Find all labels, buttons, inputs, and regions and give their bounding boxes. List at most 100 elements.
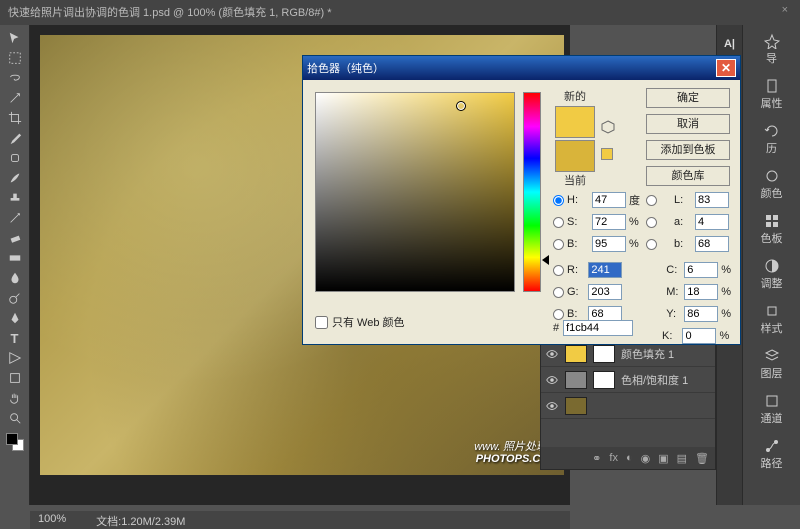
m-input[interactable] bbox=[684, 284, 718, 300]
dodge-tool-icon[interactable] bbox=[5, 289, 25, 307]
r-radio[interactable] bbox=[553, 265, 564, 276]
stamp-tool-icon[interactable] bbox=[5, 189, 25, 207]
color-panel-icon[interactable]: 颜色 bbox=[743, 166, 800, 203]
ok-button[interactable]: 确定 bbox=[646, 88, 730, 108]
c-input[interactable] bbox=[684, 262, 718, 278]
wand-tool-icon[interactable] bbox=[5, 89, 25, 107]
color-preview: 新的 当前 bbox=[553, 88, 597, 188]
bv-radio[interactable] bbox=[553, 239, 564, 250]
marquee-tool-icon[interactable] bbox=[5, 49, 25, 67]
paths-panel-icon[interactable]: 路径 bbox=[743, 436, 800, 473]
document-title[interactable]: 快速给照片调出协调的色调 1.psd @ 100% (颜色填充 1, RGB/8… bbox=[8, 7, 332, 19]
close-button[interactable]: ✕ bbox=[716, 59, 736, 77]
channels-panel-icon[interactable]: 通道 bbox=[743, 391, 800, 428]
tab-close-icon[interactable]: × bbox=[782, 4, 788, 16]
styles-panel-icon[interactable]: 样式 bbox=[743, 301, 800, 338]
color-swatches[interactable] bbox=[6, 433, 24, 451]
layers-footer: ⚭ fx ◐ ◉ ▣ ▤ 🗑 bbox=[541, 447, 715, 469]
adjustment-icon[interactable]: ◉ bbox=[641, 452, 651, 465]
web-only-checkbox[interactable] bbox=[315, 316, 328, 329]
zoom-tool-icon[interactable] bbox=[5, 409, 25, 427]
folder-icon[interactable]: ▣ bbox=[658, 452, 668, 465]
navigator-panel-icon[interactable]: 导 bbox=[743, 31, 800, 68]
fx-icon[interactable]: fx bbox=[609, 452, 618, 464]
a-radio[interactable] bbox=[646, 217, 657, 228]
eyedropper-tool-icon[interactable] bbox=[5, 129, 25, 147]
hex-prefix: # bbox=[553, 322, 559, 334]
path-tool-icon[interactable] bbox=[5, 349, 25, 367]
document-tab-bar: 快速给照片调出协调的色调 1.psd @ 100% (颜色填充 1, RGB/8… bbox=[0, 0, 800, 25]
layer-thumb[interactable] bbox=[565, 397, 587, 415]
hand-tool-icon[interactable] bbox=[5, 389, 25, 407]
k-input[interactable] bbox=[682, 328, 716, 344]
history-brush-icon[interactable] bbox=[5, 209, 25, 227]
hue-slider[interactable] bbox=[523, 92, 541, 292]
websafe-swatch-icon[interactable] bbox=[601, 148, 613, 160]
current-color-swatch[interactable] bbox=[555, 140, 595, 172]
add-swatch-button[interactable]: 添加到色板 bbox=[646, 140, 730, 160]
brush-tool-icon[interactable] bbox=[5, 169, 25, 187]
right-panels: 导 属性 历 颜色 色板 调整 样式 图层 通道 路径 bbox=[742, 25, 800, 505]
type-tool-icon[interactable]: T bbox=[5, 329, 25, 347]
pen-tool-icon[interactable] bbox=[5, 309, 25, 327]
layer-name[interactable]: 色相/饱和度 1 bbox=[621, 372, 688, 388]
l-radio[interactable] bbox=[646, 195, 657, 206]
saturation-brightness-field[interactable] bbox=[315, 92, 515, 292]
swatches-panel-icon[interactable]: 色板 bbox=[743, 211, 800, 248]
layer-mask-thumb[interactable] bbox=[593, 371, 615, 389]
bv-input[interactable] bbox=[592, 236, 626, 252]
visibility-icon[interactable] bbox=[545, 347, 559, 361]
color-picker-dialog: 拾色器（纯色） ✕ 新的 当前 确定 取消 添加到色板 颜色库 H:度 L: S… bbox=[302, 55, 741, 345]
text-panel-icon[interactable]: A| bbox=[721, 35, 739, 53]
shape-tool-icon[interactable] bbox=[5, 369, 25, 387]
eraser-tool-icon[interactable] bbox=[5, 229, 25, 247]
hex-input[interactable] bbox=[563, 320, 633, 336]
layer-row[interactable] bbox=[541, 393, 715, 419]
properties-panel-icon[interactable]: 属性 bbox=[743, 76, 800, 113]
new-layer-icon[interactable]: ▤ bbox=[677, 452, 687, 465]
b2-input[interactable] bbox=[695, 236, 729, 252]
new-color-swatch[interactable] bbox=[555, 106, 595, 138]
visibility-icon[interactable] bbox=[545, 373, 559, 387]
gamut-warning-icon[interactable] bbox=[601, 120, 615, 134]
visibility-icon[interactable] bbox=[545, 399, 559, 413]
history-panel-icon[interactable]: 历 bbox=[743, 121, 800, 158]
layer-row[interactable]: 色相/饱和度 1 bbox=[541, 367, 715, 393]
color-cursor-icon bbox=[456, 101, 466, 111]
current-label: 当前 bbox=[553, 172, 597, 188]
l-input[interactable] bbox=[695, 192, 729, 208]
lasso-tool-icon[interactable] bbox=[5, 69, 25, 87]
y-input[interactable] bbox=[684, 306, 718, 322]
tools-panel: T bbox=[0, 25, 30, 505]
b-radio[interactable] bbox=[553, 309, 564, 320]
layer-thumb[interactable] bbox=[565, 371, 587, 389]
link-icon[interactable]: ⚭ bbox=[592, 452, 601, 465]
web-only-checkbox-row: 只有 Web 颜色 bbox=[315, 314, 405, 330]
b2-radio[interactable] bbox=[646, 239, 657, 250]
move-tool-icon[interactable] bbox=[5, 29, 25, 47]
status-bar: 100% 文档:1.20M/2.39M bbox=[30, 511, 570, 529]
dialog-titlebar[interactable]: 拾色器（纯色） ✕ bbox=[303, 56, 740, 80]
g-radio[interactable] bbox=[553, 287, 564, 298]
healing-tool-icon[interactable] bbox=[5, 149, 25, 167]
adjustments-panel-icon[interactable]: 调整 bbox=[743, 256, 800, 293]
s-input[interactable] bbox=[592, 214, 626, 230]
layers-panel-icon[interactable]: 图层 bbox=[743, 346, 800, 383]
gradient-tool-icon[interactable] bbox=[5, 249, 25, 267]
layers-panel: 颜色填充 1 色相/饱和度 1 ⚭ fx ◐ ◉ ▣ ▤ 🗑 bbox=[540, 340, 716, 470]
g-input[interactable] bbox=[588, 284, 622, 300]
h-input[interactable] bbox=[592, 192, 626, 208]
mask-icon[interactable]: ◐ bbox=[626, 452, 633, 464]
trash-icon[interactable]: 🗑 bbox=[695, 452, 709, 465]
h-radio[interactable] bbox=[553, 195, 564, 206]
color-libraries-button[interactable]: 颜色库 bbox=[646, 166, 730, 186]
zoom-level[interactable]: 100% bbox=[38, 513, 66, 527]
s-radio[interactable] bbox=[553, 217, 564, 228]
blur-tool-icon[interactable] bbox=[5, 269, 25, 287]
a-input[interactable] bbox=[695, 214, 729, 230]
new-label: 新的 bbox=[553, 88, 597, 104]
cancel-button[interactable]: 取消 bbox=[646, 114, 730, 134]
crop-tool-icon[interactable] bbox=[5, 109, 25, 127]
dialog-title: 拾色器（纯色） bbox=[307, 60, 384, 76]
r-input[interactable] bbox=[588, 262, 622, 278]
